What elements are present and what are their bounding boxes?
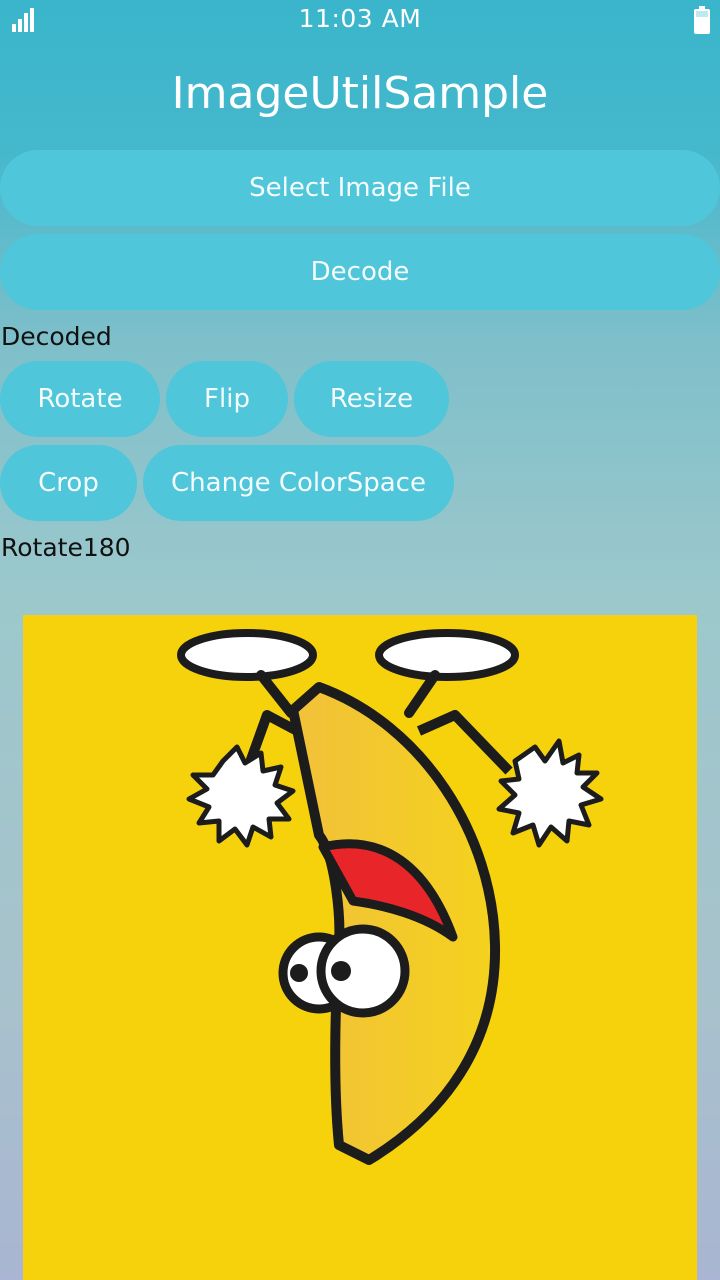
rotate-button[interactable]: Rotate: [0, 361, 160, 437]
resize-button[interactable]: Resize: [294, 361, 449, 437]
decode-status-label: Decoded: [1, 322, 112, 351]
operation-label: Rotate180: [1, 533, 131, 562]
decode-button[interactable]: Decode: [0, 234, 720, 310]
select-image-file-button[interactable]: Select Image File: [0, 150, 720, 226]
banana-cartoon-image: [23, 615, 697, 1280]
status-bar: 11:03 AM: [0, 0, 720, 40]
change-colorspace-button[interactable]: Change ColorSpace: [143, 445, 454, 521]
battery-icon: [694, 6, 710, 34]
flip-button[interactable]: Flip: [166, 361, 288, 437]
app-title: ImageUtilSample: [171, 68, 549, 119]
status-time: 11:03 AM: [298, 4, 422, 33]
crop-button[interactable]: Crop: [0, 445, 137, 521]
